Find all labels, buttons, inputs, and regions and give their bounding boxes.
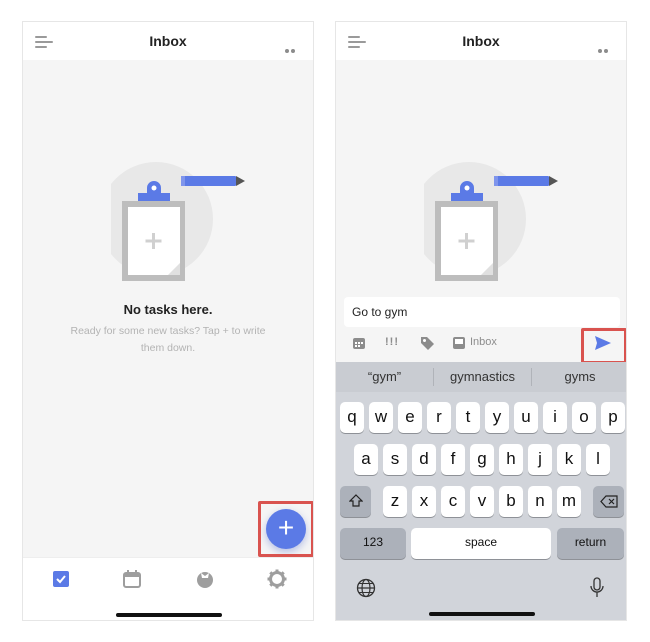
key[interactable]: h: [499, 444, 523, 475]
task-input[interactable]: Go to gym: [344, 297, 620, 327]
suggestion-item[interactable]: gyms: [532, 362, 626, 392]
key[interactable]: d: [412, 444, 436, 475]
backspace-icon: [599, 495, 618, 508]
key[interactable]: z: [383, 486, 407, 517]
list-icon[interactable]: [452, 336, 466, 350]
send-icon[interactable]: [594, 334, 612, 352]
date-icon[interactable]: [352, 336, 366, 350]
key[interactable]: t: [456, 402, 480, 433]
task-list-area: No tasks here. Ready for some new tasks?…: [23, 60, 313, 557]
add-task-button[interactable]: +: [266, 509, 306, 549]
task-input-toolbar: !!! Inbox: [336, 327, 626, 362]
key[interactable]: y: [485, 402, 509, 433]
return-key[interactable]: return: [557, 528, 624, 559]
home-indicator: [116, 613, 222, 617]
key[interactable]: s: [383, 444, 407, 475]
more-options-icon[interactable]: [285, 40, 301, 71]
on-screen-keyboard: “gym” gymnastics gyms q w e r t y u i o …: [336, 362, 626, 620]
key[interactable]: c: [441, 486, 465, 517]
suggestion-item[interactable]: gymnastics: [434, 362, 531, 392]
list-name-label[interactable]: Inbox: [470, 336, 497, 352]
page-title: Inbox: [462, 33, 500, 49]
phone-add-task: Inbox Go to gym !!! Inbox “gym” gymnasti…: [335, 21, 627, 621]
phone-inbox-empty: Inbox No tasks here. Ready for some new …: [22, 21, 314, 621]
microphone-icon[interactable]: [589, 577, 605, 599]
key[interactable]: i: [543, 402, 567, 433]
key[interactable]: v: [470, 486, 494, 517]
nav-bar: Inbox: [336, 22, 626, 71]
shift-icon: [348, 494, 363, 507]
key[interactable]: j: [528, 444, 552, 475]
key[interactable]: w: [369, 402, 393, 433]
globe-icon[interactable]: [356, 578, 376, 598]
tag-icon[interactable]: [420, 336, 435, 351]
home-indicator: [429, 612, 535, 616]
key[interactable]: n: [528, 486, 552, 517]
nav-bar: Inbox: [23, 22, 313, 71]
key[interactable]: k: [557, 444, 581, 475]
clipboard-illustration: [424, 162, 558, 281]
clipboard-illustration: [111, 162, 245, 281]
numbers-key[interactable]: 123: [340, 528, 406, 559]
key[interactable]: q: [340, 402, 364, 433]
empty-state-subtitle: Ready for some new tasks? Tap + to write…: [70, 325, 266, 354]
more-options-icon[interactable]: [598, 40, 614, 71]
space-key[interactable]: space: [411, 528, 551, 559]
key[interactable]: e: [398, 402, 422, 433]
pomodoro-icon[interactable]: [195, 569, 215, 589]
key[interactable]: p: [601, 402, 625, 433]
settings-icon[interactable]: [267, 569, 287, 589]
key[interactable]: x: [412, 486, 436, 517]
calendar-icon[interactable]: [122, 569, 142, 589]
key[interactable]: f: [441, 444, 465, 475]
tab-bar: [23, 557, 313, 620]
key[interactable]: g: [470, 444, 494, 475]
key[interactable]: a: [354, 444, 378, 475]
priority-button[interactable]: !!!: [385, 336, 399, 352]
key[interactable]: o: [572, 402, 596, 433]
key[interactable]: u: [514, 402, 538, 433]
suggestion-item[interactable]: “gym”: [336, 362, 433, 392]
key[interactable]: r: [427, 402, 451, 433]
shift-key[interactable]: [340, 486, 371, 517]
page-title: Inbox: [149, 33, 187, 49]
checkbox-icon[interactable]: [51, 569, 71, 589]
key[interactable]: l: [586, 444, 610, 475]
suggestion-bar: “gym” gymnastics gyms: [336, 362, 626, 392]
key[interactable]: b: [499, 486, 523, 517]
empty-state-title: No tasks here.: [123, 302, 213, 317]
delete-key[interactable]: [593, 486, 624, 517]
key[interactable]: m: [557, 486, 581, 517]
